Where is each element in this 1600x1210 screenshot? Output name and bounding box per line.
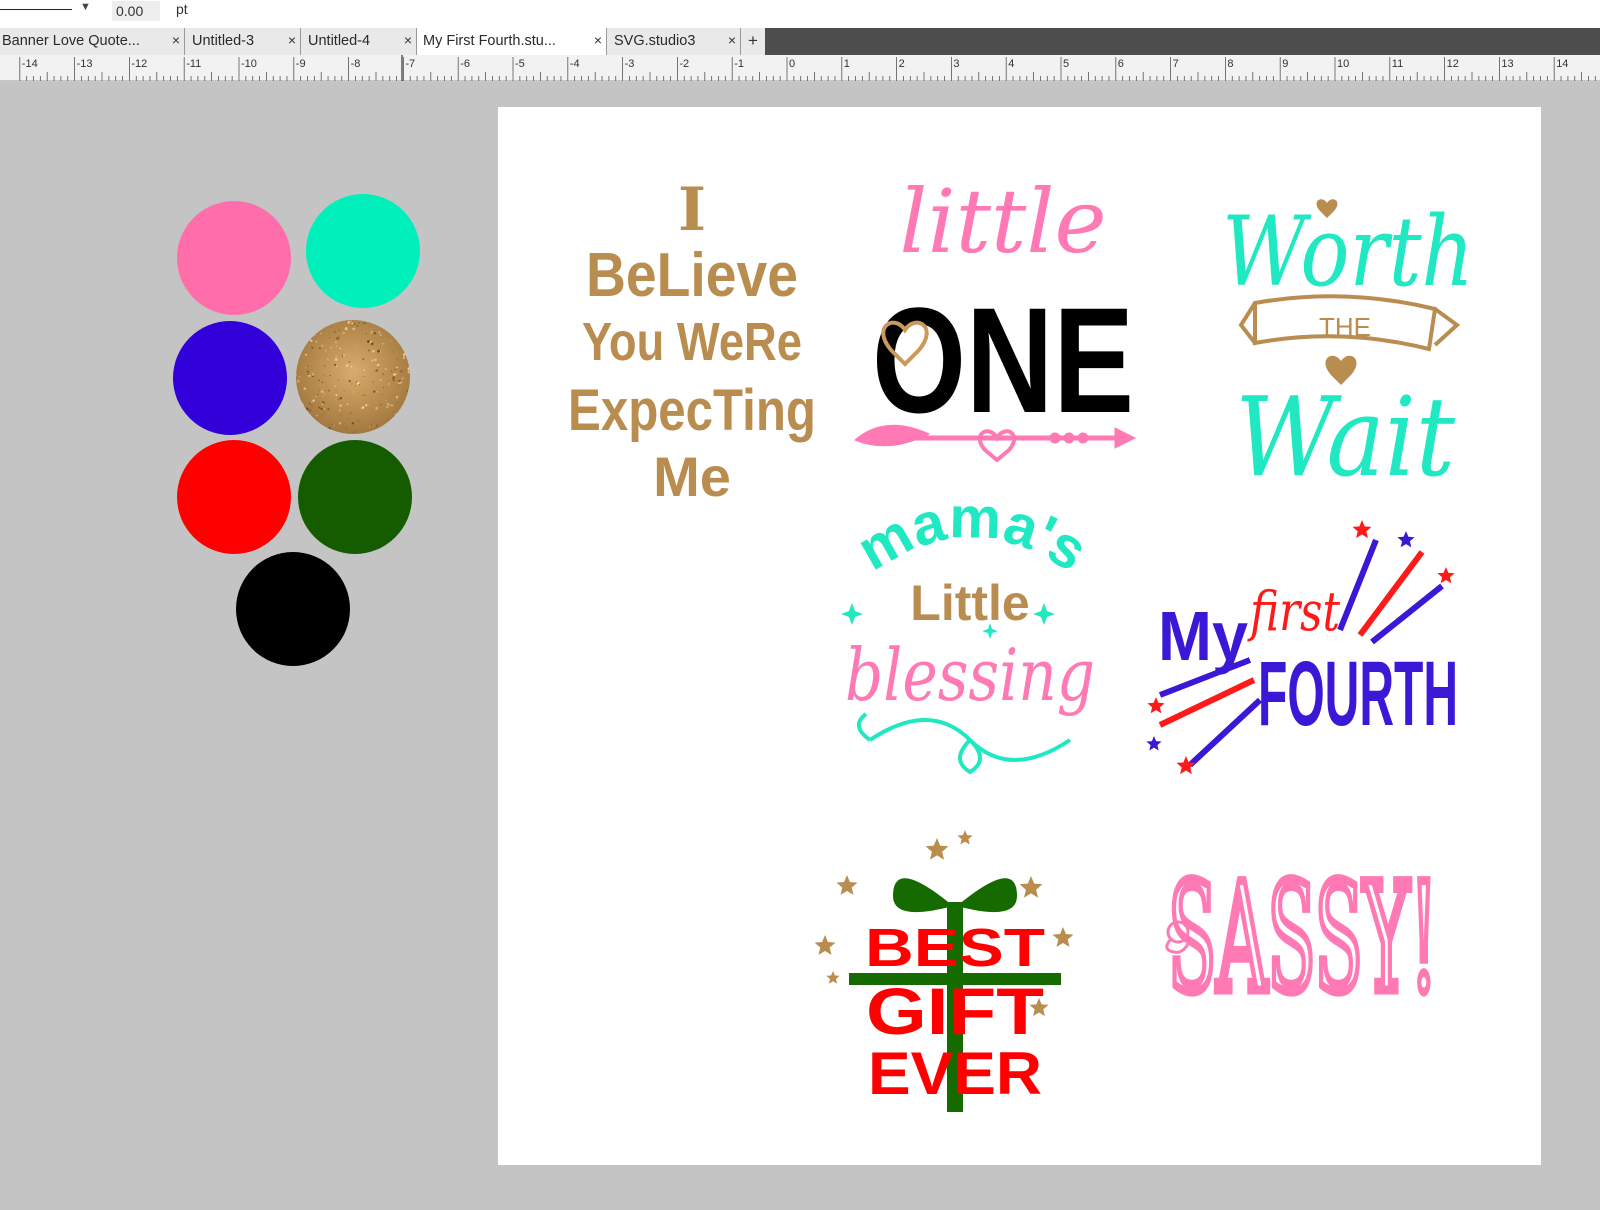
- ruler-label: 3: [953, 58, 959, 70]
- document-tab-bar: Banner Love Quote... × Untitled-3 × Unti…: [0, 28, 1600, 55]
- design-little-one[interactable]: little ONE: [854, 170, 1155, 480]
- ruler-label: -4: [570, 58, 580, 70]
- close-icon[interactable]: ×: [404, 32, 412, 48]
- swatch-blue[interactable]: [173, 321, 287, 435]
- ruler-label: 1: [844, 58, 850, 70]
- believe-line-4: ExpecTing: [568, 378, 816, 443]
- close-icon[interactable]: ×: [172, 32, 180, 48]
- close-icon[interactable]: ×: [288, 32, 296, 48]
- ruler-label: -3: [625, 58, 635, 70]
- ruler-label: -11: [186, 58, 201, 70]
- ruler-label: 5: [1063, 58, 1069, 70]
- ruler-label: 10: [1337, 58, 1349, 70]
- gift-line-gift: GIFT: [866, 974, 1044, 1048]
- design-best-gift-ever[interactable]: BEST GIFT EVER: [814, 830, 1100, 1112]
- glitter-texture: [296, 320, 410, 434]
- believe-line-2: BeLieve: [586, 241, 798, 310]
- tab-label: SVG.studio3: [614, 33, 696, 49]
- swatch-mint[interactable]: [306, 194, 420, 308]
- worth-text: Worth: [1222, 196, 1474, 308]
- tab-my-first-fourth[interactable]: My First Fourth.stu... ×: [417, 28, 607, 55]
- tab-svg-studio3[interactable]: SVG.studio3 ×: [607, 28, 741, 55]
- sassy-text: SASSY!: [1168, 852, 1438, 1026]
- ruler-label: 12: [1447, 58, 1459, 70]
- gift-line-ever: EVER: [868, 1040, 1042, 1107]
- swatch-gold-glitter[interactable]: [296, 320, 410, 434]
- ruler-label: 7: [1173, 58, 1179, 70]
- line-width-input[interactable]: [112, 1, 160, 21]
- flourish-swirl: [857, 712, 1072, 775]
- ruler-label: 4: [1008, 58, 1014, 70]
- tab-banner-love-quote[interactable]: Banner Love Quote... ×: [0, 28, 185, 55]
- ruler-label: -10: [241, 58, 257, 70]
- ruler-label: -9: [296, 58, 306, 70]
- ruler-label: 14: [1556, 58, 1568, 70]
- design-sassy[interactable]: SASSY!: [1160, 848, 1460, 1031]
- tab-label: Untitled-4: [308, 33, 371, 49]
- design-mamas-little-blessing[interactable]: mama's Little blessing: [830, 485, 1105, 795]
- tab-label: My First Fourth.stu...: [423, 33, 556, 49]
- firework-burst-icon: [1337, 538, 1444, 645]
- design-my-first-fourth[interactable]: My first FOURTH: [1146, 520, 1490, 795]
- ruler-label: 0: [789, 58, 795, 70]
- line-style-dropdown-icon[interactable]: ▼: [80, 1, 91, 13]
- believe-line-5: Me: [653, 445, 731, 508]
- mamas-arc-path: mama's: [847, 485, 1099, 584]
- ruler-label: 6: [1118, 58, 1124, 70]
- ruler-label: 2: [899, 58, 905, 70]
- ruler-label: -8: [351, 58, 361, 70]
- ruler-label: -12: [131, 58, 147, 70]
- ruler-label: -1: [734, 58, 744, 70]
- new-tab-button[interactable]: +: [741, 28, 765, 55]
- ruler-label: -14: [22, 58, 38, 70]
- ruler-label: 8: [1227, 58, 1233, 70]
- ruler-label: -7: [405, 58, 415, 70]
- ruler-label: -6: [460, 58, 470, 70]
- fourth-text: FOURTH: [1258, 643, 1458, 745]
- close-icon[interactable]: ×: [594, 32, 602, 48]
- ruler-label: 13: [1501, 58, 1513, 70]
- swatch-black[interactable]: [236, 552, 350, 666]
- design-worth-the-wait[interactable]: Worth THE Wait: [1215, 185, 1485, 501]
- swatch-pink[interactable]: [177, 201, 291, 315]
- swatch-red[interactable]: [177, 440, 291, 554]
- ruler-label: 11: [1392, 58, 1403, 70]
- ruler-label: -5: [515, 58, 525, 70]
- line-style-preview[interactable]: [0, 9, 72, 10]
- first-text: first: [1247, 580, 1340, 643]
- ruler-label: -13: [77, 58, 93, 70]
- blessing-text: blessing: [845, 633, 1095, 717]
- tab-label: Banner Love Quote...: [2, 33, 140, 49]
- close-icon[interactable]: ×: [728, 32, 736, 48]
- little-text: Little: [910, 575, 1029, 631]
- top-toolbar: ▼ pt: [0, 0, 1600, 28]
- wait-text: Wait: [1235, 373, 1456, 501]
- ruler-label: 9: [1282, 58, 1288, 70]
- horizontal-ruler[interactable]: -14 -13 -12 -11 -10 -9 -8 -7 -6 -5 -4 -3 -2 -1 0 1 2 3 4 5 6…: [0, 55, 1600, 82]
- the-banner-text: THE: [1319, 312, 1371, 342]
- swatch-dark-green[interactable]: [298, 440, 412, 554]
- gift-line-best: BEST: [865, 918, 1045, 978]
- mamas-arc-text: mama's: [847, 485, 1099, 584]
- ruler-label: -2: [679, 58, 689, 70]
- tab-label: Untitled-3: [192, 33, 255, 49]
- believe-line-3: You WeRe: [582, 312, 802, 372]
- little-one-script: little: [899, 170, 1106, 273]
- tab-untitled-4[interactable]: Untitled-4 ×: [301, 28, 417, 55]
- firework-burst-icon: [1158, 657, 1263, 768]
- tab-untitled-3[interactable]: Untitled-3 ×: [185, 28, 301, 55]
- believe-line-1: I: [678, 175, 706, 245]
- unit-label: pt: [176, 1, 188, 17]
- design-believe-expecting-me[interactable]: I BeLieve You WeRe ExpecTing Me: [560, 170, 830, 520]
